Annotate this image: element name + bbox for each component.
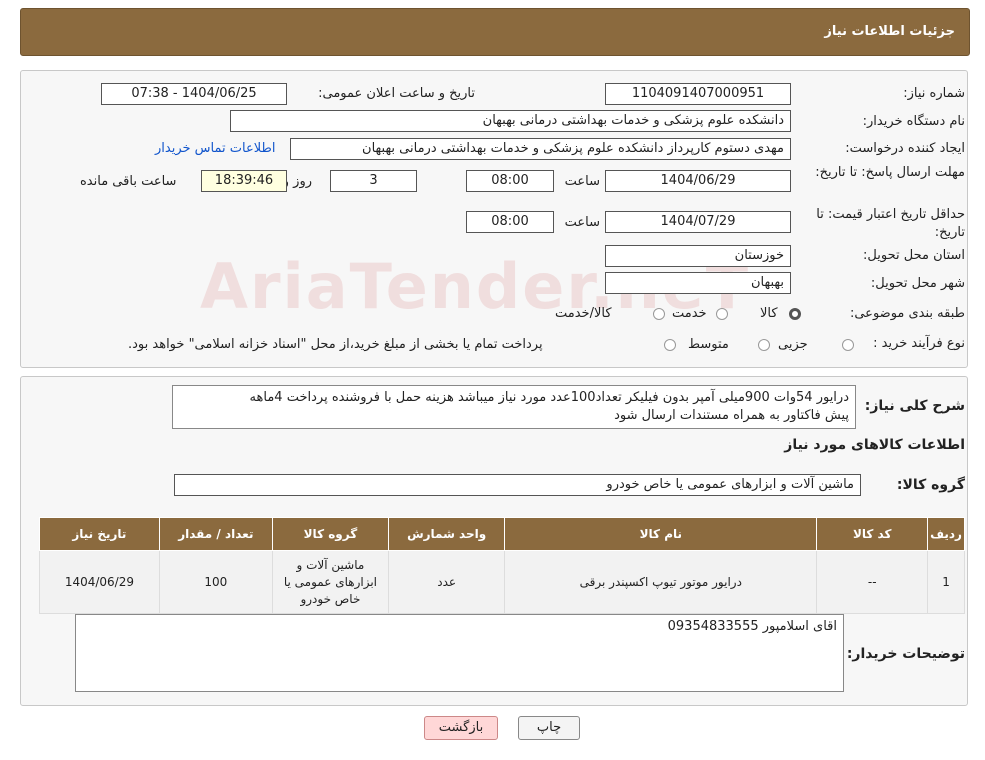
cell-item-name: درایور موتور تیوپ اکسپندر برقی: [504, 550, 818, 614]
items-table-header: ردیف کد کالا نام کالا واحد شمارش گروه کا…: [39, 517, 965, 551]
validity-time-field: 08:00: [466, 211, 554, 233]
category-radio-goods[interactable]: [789, 308, 801, 320]
response-deadline-label: مهلت ارسال پاسخ: تا تاریخ:: [815, 165, 965, 180]
buyer-notes-label: توضیحات خریدار:: [846, 646, 965, 662]
buyer-org-label: نام دستگاه خریدار:: [862, 114, 965, 129]
col-item-group: گروه کالا: [271, 517, 390, 551]
goods-group-field: ماشین آلات و ابزارهای عمومی یا خاص خودرو: [174, 474, 861, 496]
back-button[interactable]: بازگشت: [424, 716, 498, 740]
buyer-org-field: دانشکده علوم پزشکی و خدمات بهداشتی درمان…: [230, 110, 791, 132]
announce-datetime-label: تاریخ و ساعت اعلان عمومی:: [318, 86, 475, 101]
col-quantity: تعداد / مقدار: [158, 517, 273, 551]
category-option-service: خدمت: [672, 306, 707, 321]
delivery-city-field: بهبهان: [605, 272, 791, 294]
days-label: روز و: [282, 174, 312, 189]
validity-time-label: ساعت: [564, 215, 600, 230]
subject-category-label: طبقه بندی موضوعی:: [849, 306, 965, 321]
treasury-checkbox[interactable]: [664, 339, 676, 351]
deadline-time-field: 08:00: [466, 170, 554, 192]
category-option-goods: کالا: [760, 306, 778, 321]
col-row-number: ردیف: [927, 517, 965, 551]
cell-item-group: ماشین آلات و ابزارهای عمومی یا خاص خودرو: [271, 550, 390, 614]
page-header: جزئیات اطلاعات نیاز: [20, 8, 970, 56]
category-radio-goods-service[interactable]: [653, 308, 665, 320]
deadline-time-label: ساعت: [564, 174, 600, 189]
delivery-province-label: استان محل تحویل:: [863, 248, 965, 263]
table-row: 1 -- درایور موتور تیوپ اکسپندر برقی عدد …: [39, 550, 965, 614]
goods-group-label: گروه کالا:: [896, 477, 965, 493]
cell-quantity: 100: [158, 550, 273, 614]
request-creator-label: ایجاد کننده درخواست:: [845, 141, 965, 156]
buyer-contact-link[interactable]: اطلاعات تماس خریدار: [155, 141, 275, 156]
treasury-note: پرداخت تمام یا بخشی از مبلغ خرید،از محل …: [128, 337, 543, 352]
need-number-field: 1104091407000951: [605, 83, 791, 105]
category-radio-service[interactable]: [716, 308, 728, 320]
remaining-time-field: 18:39:46: [201, 170, 287, 192]
col-need-date: تاریخ نیاز: [39, 517, 160, 551]
request-creator-field: مهدی دستوم کارپرداز دانشکده علوم پزشکی و…: [290, 138, 791, 160]
need-summary-line-1: درایور 54وات 900میلی آمپر بدون فیلیکر تع…: [249, 390, 849, 405]
deadline-date-field: 1404/06/29: [605, 170, 791, 192]
need-number-label: شماره نیاز:: [903, 86, 965, 101]
category-option-goods-service: کالا/خدمت: [555, 306, 612, 321]
cell-item-code: --: [816, 550, 929, 614]
col-item-name: نام کالا: [504, 517, 818, 551]
validity-date-field: 1404/07/29: [605, 211, 791, 233]
process-radio-minor[interactable]: [842, 339, 854, 351]
cell-unit: عدد: [387, 550, 506, 614]
page-title: جزئیات اطلاعات نیاز: [824, 24, 955, 39]
col-item-code: کد کالا: [816, 517, 929, 551]
delivery-province-field: خوزستان: [605, 245, 791, 267]
price-validity-label: حداقل تاریخ اعتبار قیمت: تا تاریخ:: [816, 207, 965, 240]
purchase-process-label: نوع فرآیند خرید :: [873, 336, 965, 351]
days-remaining-field: 3: [330, 170, 417, 192]
process-option-minor: جزیی: [778, 337, 808, 352]
buyer-notes-text: اقای اسلامپور 09354833555: [75, 614, 844, 692]
items-table: ردیف کد کالا نام کالا واحد شمارش گروه کا…: [39, 517, 965, 614]
col-unit: واحد شمارش: [387, 517, 506, 551]
remaining-time-label: ساعت باقی مانده: [80, 174, 177, 189]
process-radio-medium[interactable]: [758, 339, 770, 351]
need-summary-line-2: پیش فاکتاور به همراه مستندات ارسال شود: [614, 408, 849, 423]
print-button[interactable]: چاپ: [518, 716, 580, 740]
cell-row-number: 1: [927, 550, 965, 614]
announce-datetime-field: 1404/06/25 - 07:38: [101, 83, 287, 105]
delivery-city-label: شهر محل تحویل:: [870, 276, 965, 291]
need-summary-label: شرح کلی نیاز:: [864, 398, 965, 414]
need-summary-text: درایور 54وات 900میلی آمپر بدون فیلیکر تع…: [172, 385, 856, 429]
cell-need-date: 1404/06/29: [39, 550, 160, 614]
process-option-medium: متوسط: [688, 337, 729, 352]
items-section-title: اطلاعات کالاهای مورد نیاز: [784, 437, 965, 453]
